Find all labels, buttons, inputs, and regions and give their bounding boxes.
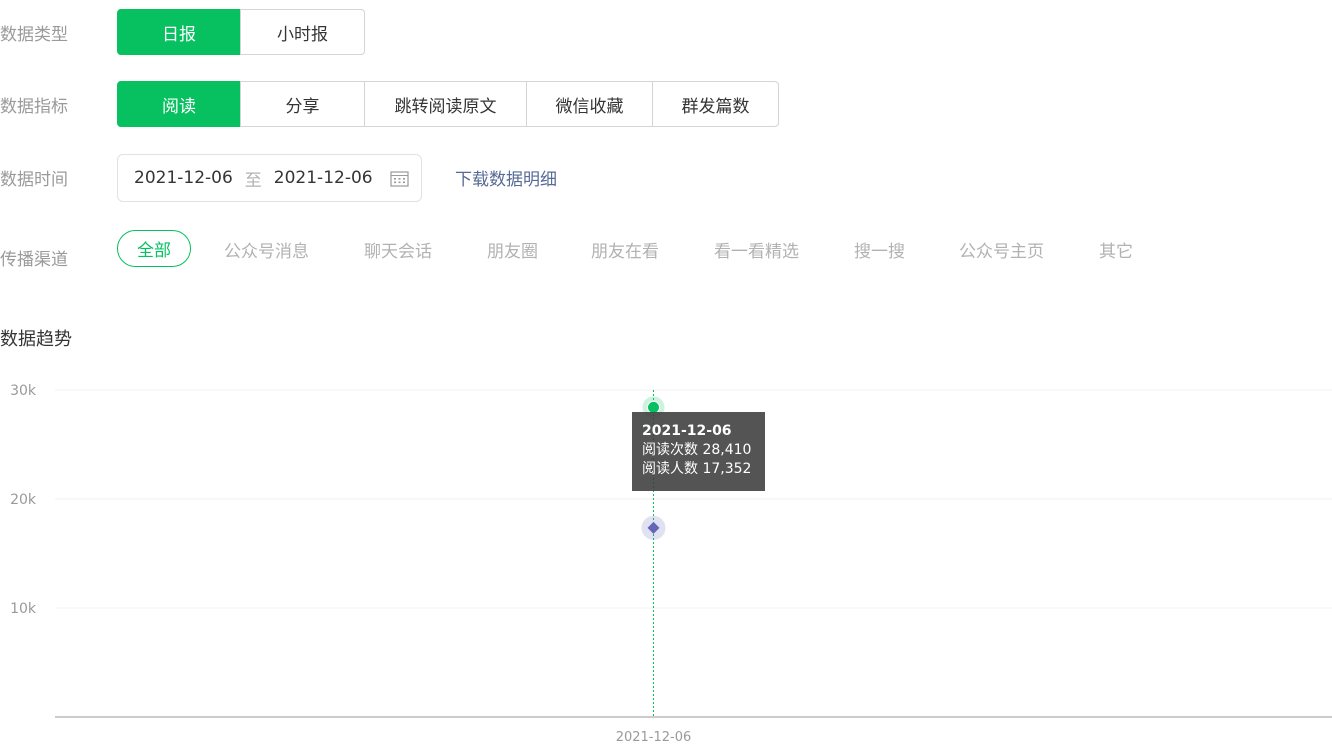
y-tick-label: 20k [10,492,37,508]
channel-friends-watching[interactable]: 朋友在看 [591,237,659,262]
type-option-hourly[interactable]: 小时报 [240,9,365,55]
y-tick-label: 10k [10,601,37,617]
time-label: 数据时间 [0,170,68,190]
type-option-daily[interactable]: 日报 [117,9,241,55]
x-tick-label: 2021-12-06 [616,730,692,745]
metric-option-favorite[interactable]: 微信收藏 [526,81,653,127]
channel-chat[interactable]: 聊天会话 [364,237,432,262]
download-detail-link[interactable]: 下载数据明细 [455,165,557,190]
metric-option-read[interactable]: 阅读 [117,81,241,127]
channel-label: 传播渠道 [0,250,68,270]
date-range-picker[interactable]: 2021-12-06 至 2021-12-06 [117,154,422,202]
start-date: 2021-12-06 [134,168,233,188]
channel-official-message[interactable]: 公众号消息 [224,237,309,262]
date-separator: 至 [244,170,262,191]
y-tick-label: 30k [10,383,37,399]
tooltip-read-count: 阅读次数 28,410 [642,442,752,458]
channel-profile-page[interactable]: 公众号主页 [959,237,1044,262]
tooltip-date: 2021-12-06 [642,423,732,439]
channel-moments[interactable]: 朋友圈 [487,237,538,262]
channel-top-stories[interactable]: 看一看精选 [714,237,799,262]
channel-search[interactable]: 搜一搜 [854,237,905,262]
end-date: 2021-12-06 [273,168,373,188]
type-segmented-control: 日报 小时报 [117,9,365,55]
metric-option-share[interactable]: 分享 [240,81,365,127]
tooltip-reader-count: 阅读人数 17,352 [642,461,752,477]
metric-label: 数据指标 [0,97,68,117]
trend-title: 数据趋势 [0,329,72,350]
type-label: 数据类型 [0,25,68,45]
metric-segmented-control: 阅读 分享 跳转阅读原文 微信收藏 群发篇数 [117,81,779,127]
metric-option-original-link[interactable]: 跳转阅读原文 [364,81,527,127]
calendar-icon [390,171,409,187]
metric-option-posts[interactable]: 群发篇数 [652,81,779,127]
channel-other[interactable]: 其它 [1099,237,1133,262]
channel-all[interactable]: 全部 [117,230,191,267]
chart-tooltip: 2021-12-06 阅读次数 28,410 阅读人数 17,352 [632,412,765,491]
